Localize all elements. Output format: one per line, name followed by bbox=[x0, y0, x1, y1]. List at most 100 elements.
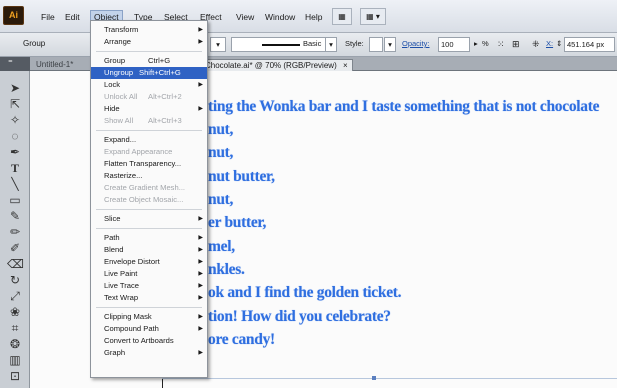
menu-item-expand[interactable]: Expand... bbox=[91, 134, 207, 146]
free-transform-tool-icon[interactable]: ⌗ bbox=[7, 320, 23, 336]
submenu-arrow-icon: ▶ bbox=[198, 216, 203, 222]
type-tool-icon[interactable]: T bbox=[7, 160, 23, 176]
tab-chocolate[interactable]: Chocolate.ai* @ 70% (RGB/Preview) × bbox=[200, 59, 353, 71]
shortcut-label: Alt+Ctrl+2 bbox=[148, 92, 182, 101]
menu-item-live-paint[interactable]: Live Paint ▶ bbox=[91, 268, 207, 280]
transform-icon[interactable]: ⊞ bbox=[512, 37, 520, 52]
opacity-arrow-icon[interactable]: ▸ bbox=[474, 37, 478, 52]
menu-item-slice[interactable]: Slice ▶ bbox=[91, 213, 207, 225]
rectangle-tool-icon[interactable]: ▭ bbox=[7, 192, 23, 208]
menu-item-group[interactable]: Group Ctrl+G bbox=[91, 55, 207, 67]
canvas-text-line[interactable]: ting the Wonka bar and I taste something… bbox=[208, 98, 599, 116]
symbol-sprayer-tool-icon[interactable]: ❂ bbox=[7, 336, 23, 352]
menu-item-show-all: Show All Alt+Ctrl+3 bbox=[104, 116, 182, 125]
style-swatch[interactable] bbox=[369, 37, 383, 52]
menu-window[interactable]: Window bbox=[262, 10, 298, 24]
menu-item-rasterize[interactable]: Rasterize... bbox=[91, 170, 207, 182]
eraser-tool-icon[interactable]: ⌫ bbox=[7, 256, 24, 272]
canvas-text-line[interactable]: nut, bbox=[208, 191, 233, 209]
menu-item-arrange[interactable]: Arrange ▶ bbox=[91, 36, 207, 48]
bridge-button[interactable]: ▦ bbox=[332, 8, 352, 25]
shortcut-label: Ctrl+G bbox=[148, 56, 171, 65]
paintbrush-tool-icon[interactable]: ✎ bbox=[7, 208, 23, 224]
menu-file[interactable]: File bbox=[38, 10, 58, 24]
direct-selection-tool-icon[interactable]: ⇱ bbox=[7, 96, 23, 112]
opacity-percent: % bbox=[482, 39, 489, 48]
canvas-text-line[interactable]: ok and I find the golden ticket. bbox=[208, 284, 402, 302]
artboard-tool-icon[interactable]: ⊡ bbox=[7, 368, 23, 384]
align-icon[interactable]: ⁙ bbox=[497, 37, 505, 52]
menu-help[interactable]: Help bbox=[302, 10, 325, 24]
workspace-switcher-button[interactable]: ▦ ▾ bbox=[360, 8, 386, 25]
column-graph-tool-icon[interactable]: ▥ bbox=[7, 352, 23, 368]
x-stepper-icon[interactable]: ⇕ bbox=[556, 37, 562, 52]
menu-item-lock[interactable]: Lock ▶ bbox=[91, 79, 207, 91]
opacity-input[interactable]: 100 bbox=[438, 37, 470, 52]
pen-tool-icon[interactable]: ✒ bbox=[7, 144, 23, 160]
menu-item-flatten-transparency[interactable]: Flatten Transparency... bbox=[91, 158, 207, 170]
tools-panel-grip[interactable]: ⁼ bbox=[0, 57, 30, 71]
pencil-tool-icon[interactable]: ✏ bbox=[7, 224, 23, 240]
menu-item-envelope-distort[interactable]: Envelope Distort ▶ bbox=[91, 256, 207, 268]
tab-close-icon[interactable]: × bbox=[343, 61, 348, 70]
menu-item-graph[interactable]: Graph ▶ bbox=[91, 347, 207, 359]
menu-item-compound-path[interactable]: Compound Path ▶ bbox=[91, 323, 207, 335]
canvas-text-line[interactable]: tion! How did you celebrate? bbox=[208, 308, 391, 326]
menu-item-blend[interactable]: Blend ▶ bbox=[91, 244, 207, 256]
magic-wand-tool-icon[interactable]: ✧ bbox=[7, 112, 23, 128]
line-tool-icon[interactable]: ╲ bbox=[7, 176, 23, 192]
tab-untitled-1[interactable]: Untitled-1* bbox=[32, 59, 77, 71]
brush-dropdown[interactable]: ▾ bbox=[325, 37, 337, 52]
canvas-text-line[interactable]: mel, bbox=[208, 238, 235, 256]
submenu-arrow-icon: ▶ bbox=[198, 82, 203, 88]
menu-separator bbox=[96, 307, 202, 308]
submenu-arrow-icon: ▶ bbox=[198, 259, 203, 265]
menu-separator bbox=[96, 130, 202, 131]
blob-brush-tool-icon[interactable]: ✐ bbox=[7, 240, 23, 256]
selection-type-label: Group bbox=[23, 39, 46, 48]
shortcut-label: Alt+Ctrl+3 bbox=[148, 116, 182, 125]
menu-separator bbox=[96, 228, 202, 229]
scale-tool-icon[interactable]: ⤢ bbox=[7, 288, 23, 304]
menu-item-path[interactable]: Path ▶ bbox=[91, 232, 207, 244]
rotate-tool-icon[interactable]: ↻ bbox=[7, 272, 23, 288]
opacity-label[interactable]: Opacity: bbox=[402, 37, 430, 52]
submenu-arrow-icon: ▶ bbox=[198, 39, 203, 45]
menu-item-transform[interactable]: Transform ▶ bbox=[91, 24, 207, 36]
tab-chocolate-label: Chocolate.ai* @ 70% (RGB/Preview) bbox=[205, 61, 337, 70]
submenu-arrow-icon: ▶ bbox=[198, 350, 203, 356]
submenu-arrow-icon: ▶ bbox=[198, 295, 203, 301]
menu-item-live-trace[interactable]: Live Trace ▶ bbox=[91, 280, 207, 292]
reference-point-icon[interactable]: ⁜ bbox=[532, 37, 540, 52]
canvas-text-line[interactable]: er butter, bbox=[208, 214, 266, 232]
menu-item-ungroup[interactable]: Ungroup Shift+Ctrl+G bbox=[91, 67, 207, 79]
warp-tool-icon[interactable]: ❀ bbox=[7, 304, 23, 320]
submenu-arrow-icon: ▶ bbox=[198, 27, 203, 33]
canvas-text-line[interactable]: nut, bbox=[208, 121, 233, 139]
x-coordinate-label[interactable]: X: bbox=[546, 37, 553, 52]
menu-item-text-wrap[interactable]: Text Wrap ▶ bbox=[91, 292, 207, 304]
canvas-text-line[interactable]: nut, bbox=[208, 144, 233, 162]
menu-item-clipping-mask[interactable]: Clipping Mask ▶ bbox=[91, 311, 207, 323]
object-menu-dropdown: Transform ▶ Arrange ▶ Group Ctrl+G Ungroup S… bbox=[90, 20, 208, 378]
canvas-text-line[interactable]: nut butter, bbox=[208, 168, 275, 186]
submenu-arrow-icon: ▶ bbox=[198, 283, 203, 289]
lasso-tool-icon[interactable]: ◌ bbox=[7, 128, 23, 144]
canvas-text-line[interactable]: nkles. bbox=[208, 261, 245, 279]
bounding-box-handle[interactable] bbox=[372, 376, 376, 380]
shortcut-label: Shift+Ctrl+G bbox=[139, 68, 181, 77]
style-label: Style: bbox=[345, 39, 364, 48]
illustrator-logo: Ai bbox=[3, 6, 24, 25]
brush-style-label: Basic bbox=[303, 39, 322, 48]
menu-item-hide[interactable]: Hide ▶ bbox=[91, 103, 207, 115]
submenu-arrow-icon: ▶ bbox=[198, 271, 203, 277]
stroke-weight-dropdown[interactable]: ▾ bbox=[210, 37, 226, 52]
x-coordinate-input[interactable]: 451.164 px bbox=[564, 37, 615, 52]
canvas-text-line[interactable]: ore candy! bbox=[208, 331, 275, 349]
menu-view[interactable]: View bbox=[233, 10, 257, 24]
menu-item-convert-to-artboards[interactable]: Convert to Artboards bbox=[91, 335, 207, 347]
menu-edit[interactable]: Edit bbox=[62, 10, 83, 24]
submenu-arrow-icon: ▶ bbox=[198, 235, 203, 241]
selection-tool-icon[interactable]: ➤ bbox=[7, 80, 23, 96]
style-dropdown[interactable]: ▾ bbox=[384, 37, 396, 52]
